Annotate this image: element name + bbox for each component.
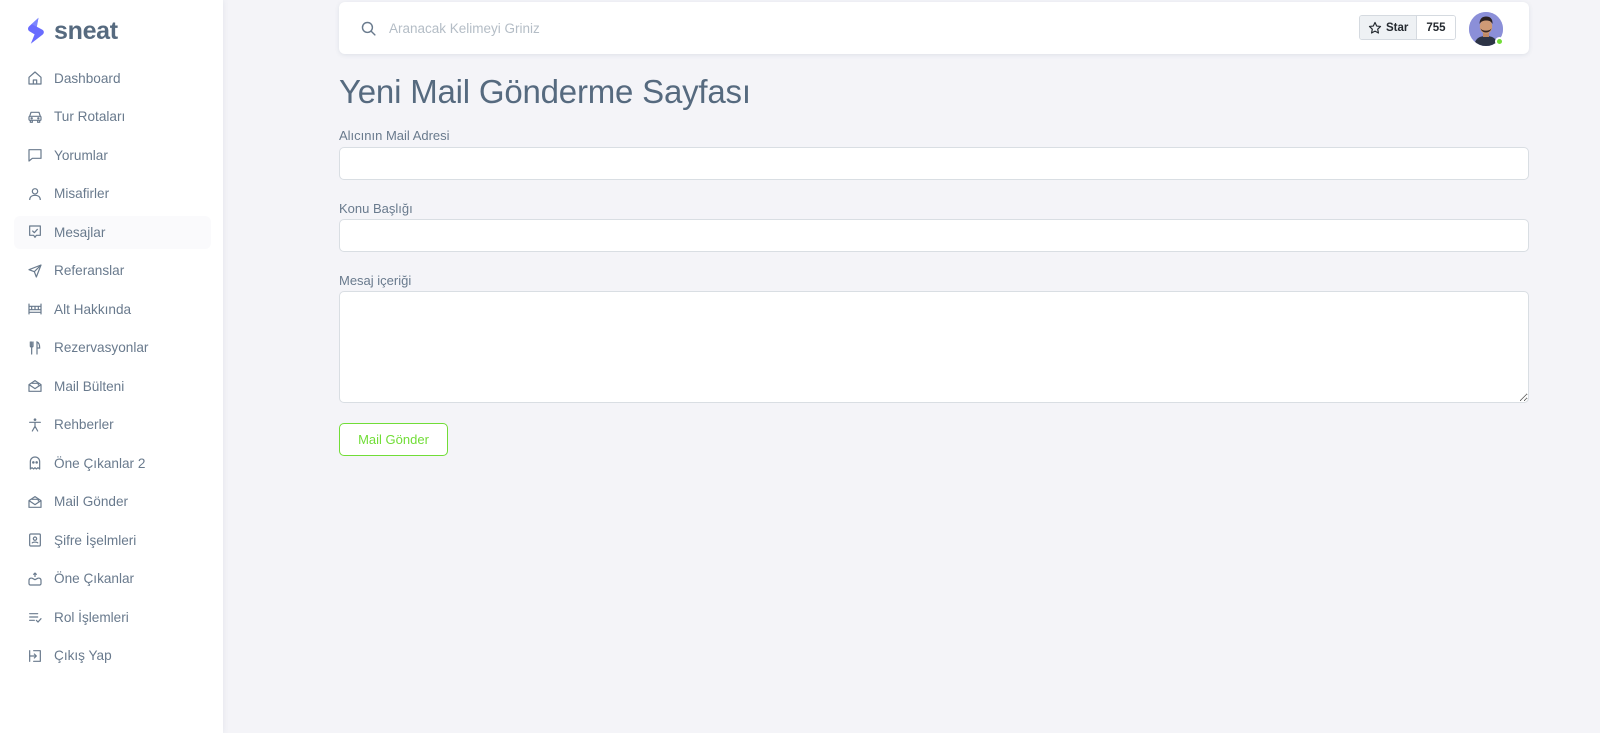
sidebar-item-label: Mail Gönder <box>54 494 129 510</box>
sidebar-item-label: Yorumlar <box>54 147 108 163</box>
sidebar-item-alt-hakkinda[interactable]: Alt Hakkında <box>0 290 223 329</box>
sidebar-item-yorumlar[interactable]: Yorumlar <box>0 136 223 175</box>
sidebar-item-misafirler[interactable]: Misafirler <box>0 175 223 214</box>
ghost-icon <box>29 456 41 470</box>
star-icon <box>1368 21 1382 34</box>
user-icon <box>29 187 41 200</box>
user-pin-icon <box>29 533 41 547</box>
recipient-email-field[interactable] <box>339 147 1529 180</box>
sidebar-item-label: Alt Hakkında <box>54 301 132 317</box>
sidebar-item-referanslar[interactable]: Referanslar <box>0 252 223 291</box>
log-in-icon <box>29 649 41 662</box>
envelope-open-icon <box>28 495 42 508</box>
sidebar-item-mail-gonder[interactable]: Mail Gönder <box>0 483 223 522</box>
sidebar-item-label: Çıkış Yap <box>54 648 112 664</box>
donate-heart-icon <box>28 572 42 586</box>
brand[interactable]: sneat <box>26 16 118 46</box>
sidebar-item-label: Dashboard <box>54 70 121 86</box>
search-input[interactable] <box>389 14 989 42</box>
home-icon <box>28 71 42 85</box>
sidebar-item-label: Şifre İşelmleri <box>54 532 137 548</box>
sidebar-item-label: Referanslar <box>54 263 125 279</box>
sidebar-item-label: Mail Bülteni <box>54 378 125 394</box>
sidebar-item-mail-bulteni[interactable]: Mail Bülteni <box>0 367 223 406</box>
github-star-count[interactable]: 755 <box>1417 16 1455 39</box>
top-navbar: Star 755 <box>339 2 1529 54</box>
sidebar-menu: Dashboard Tur Rotaları Yorumlar Misafirl… <box>0 59 223 675</box>
github-star-widget: Star 755 <box>1359 15 1456 40</box>
page-title: Yeni Mail Gönderme Sayfası <box>339 73 751 110</box>
car-icon <box>28 111 42 123</box>
message-square-icon <box>28 149 42 162</box>
sidebar-item-sifre-islemleri[interactable]: Şifre İşelmleri <box>0 521 223 560</box>
sneat-logo-icon <box>28 17 44 44</box>
search-icon <box>361 21 376 36</box>
bed-icon <box>28 303 42 315</box>
accessibility-icon <box>29 418 41 432</box>
sidebar-item-mesajlar[interactable]: Mesajlar <box>0 213 223 252</box>
send-icon <box>28 264 42 278</box>
online-status-indicator <box>1495 37 1504 46</box>
recipient-label: Alıcının Mail Adresi <box>339 128 450 143</box>
sidebar-item-tur-rotalari[interactable]: Tur Rotaları <box>0 98 223 137</box>
brand-name: sneat <box>54 16 118 45</box>
github-star-label: Star <box>1386 21 1409 34</box>
list-check-icon <box>29 613 42 624</box>
sidebar-item-label: Misafirler <box>54 186 110 202</box>
subject-label: Konu Başlığı <box>339 201 413 216</box>
restaurant-icon <box>29 340 41 355</box>
sidebar-item-rol-islemleri[interactable]: Rol İşlemleri <box>0 598 223 637</box>
envelope-open-icon <box>28 380 42 393</box>
sidebar-item-label: Öne Çıkanlar <box>54 571 135 587</box>
send-mail-button[interactable]: Mail Gönder <box>339 423 448 456</box>
subject-field[interactable] <box>339 219 1529 252</box>
github-star-button[interactable]: Star <box>1360 16 1418 39</box>
sidebar-item-label: Rehberler <box>54 417 114 433</box>
sidebar-item-rezervasyonlar[interactable]: Rezervasyonlar <box>0 329 223 368</box>
sidebar-item-one-cikanlar[interactable]: Öne Çıkanlar <box>0 560 223 599</box>
message-body-label: Mesaj içeriği <box>339 273 412 288</box>
sidebar-item-label: Rol İşlemleri <box>54 609 129 625</box>
sidebar-item-rehberler[interactable]: Rehberler <box>0 406 223 445</box>
sidebar-item-label: Tur Rotaları <box>54 109 126 125</box>
avatar[interactable] <box>1469 12 1504 46</box>
sidebar-item-label: Rezervasyonlar <box>54 340 149 356</box>
sidebar-item-label: Mesajlar <box>54 224 106 240</box>
sidebar-item-dashboard[interactable]: Dashboard <box>0 59 223 98</box>
sidebar-item-label: Öne Çıkanlar 2 <box>54 455 146 471</box>
message-check-icon <box>29 225 41 239</box>
sidebar-item-one-cikanlar-2[interactable]: Öne Çıkanlar 2 <box>0 444 223 483</box>
message-body-field[interactable] <box>339 291 1529 403</box>
sidebar: sneat Dashboard Tur Rotaları Yorumlar Mi… <box>0 0 223 733</box>
sidebar-item-cikis-yap[interactable]: Çıkış Yap <box>0 637 223 676</box>
